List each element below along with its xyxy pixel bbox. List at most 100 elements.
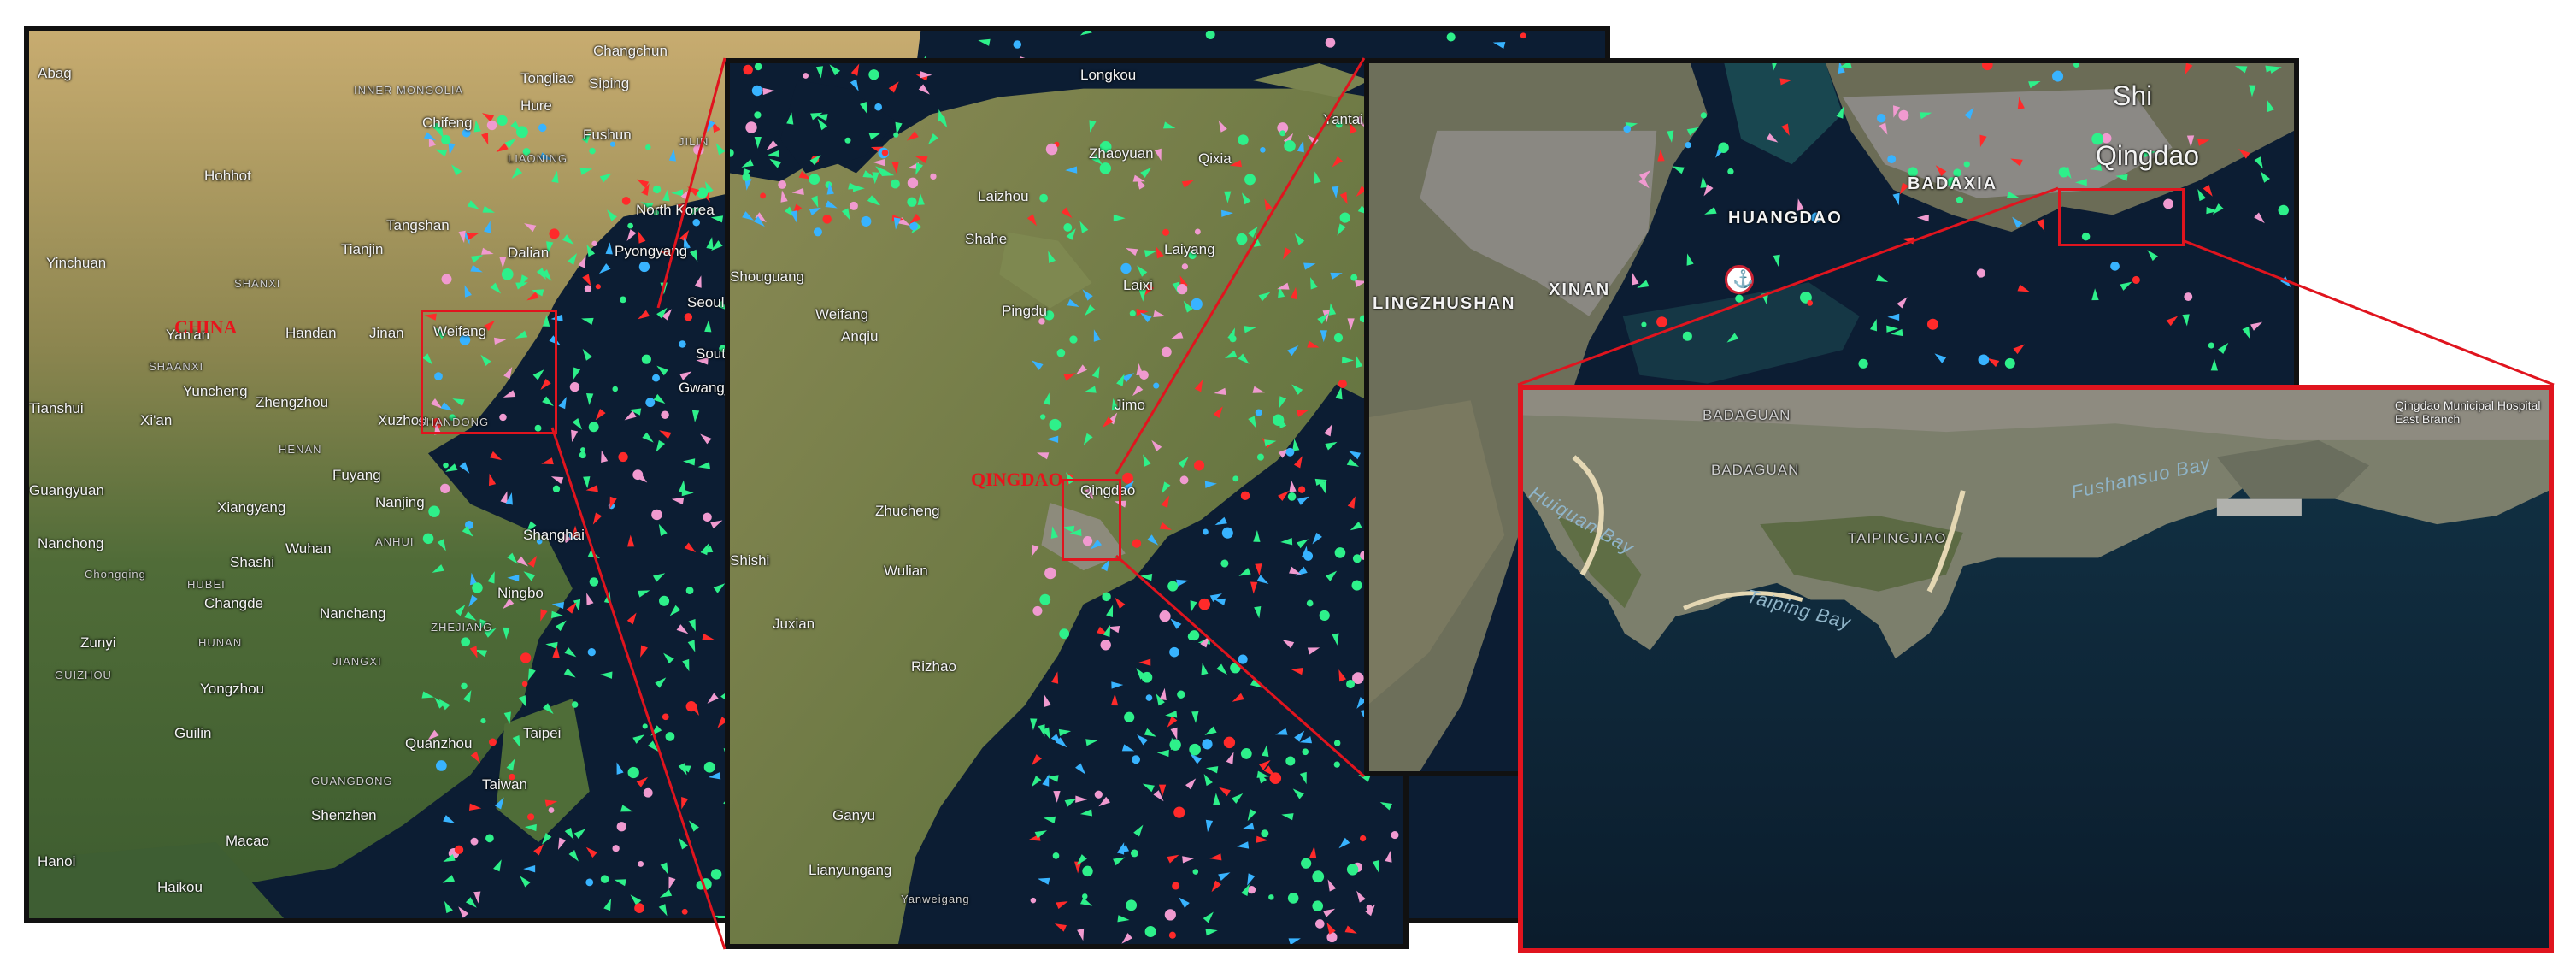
- vessel-marker[interactable]: [568, 850, 579, 862]
- vessel-marker[interactable]: [1781, 123, 1790, 136]
- vessel-marker[interactable]: [487, 571, 495, 584]
- vessel-marker[interactable]: [710, 520, 723, 529]
- vessel-marker[interactable]: [480, 718, 486, 724]
- vessel-marker[interactable]: [1282, 640, 1295, 649]
- vessel-marker[interactable]: [1159, 522, 1173, 530]
- vessel-marker[interactable]: [1115, 597, 1126, 609]
- vessel-marker[interactable]: [1926, 318, 1939, 330]
- vessel-marker[interactable]: [523, 571, 536, 581]
- vessel-marker[interactable]: [1350, 274, 1358, 281]
- vessel-marker[interactable]: [462, 689, 472, 703]
- vessel-marker[interactable]: [938, 109, 945, 122]
- vessel-marker[interactable]: [436, 760, 447, 771]
- vessel-marker[interactable]: [1700, 175, 1708, 188]
- vessel-marker[interactable]: [1261, 829, 1269, 838]
- vessel-marker[interactable]: [580, 447, 585, 453]
- vessel-marker[interactable]: [656, 365, 668, 376]
- vessel-marker[interactable]: [1048, 251, 1056, 263]
- vessel-marker[interactable]: [503, 711, 511, 724]
- vessel-marker[interactable]: [1121, 933, 1133, 944]
- vessel-marker[interactable]: [1333, 333, 1344, 343]
- vessel-marker[interactable]: [563, 668, 576, 678]
- vessel-marker[interactable]: [1203, 911, 1214, 923]
- vessel-marker[interactable]: [641, 354, 651, 364]
- vessel-marker[interactable]: [1144, 728, 1156, 737]
- vessel-marker[interactable]: [873, 158, 885, 167]
- vessel-marker[interactable]: [1236, 841, 1250, 849]
- vessel-marker[interactable]: [881, 149, 889, 156]
- vessel-marker[interactable]: [1205, 31, 1215, 39]
- vessel-marker[interactable]: [541, 833, 552, 845]
- vessel-marker[interactable]: [1292, 788, 1304, 799]
- vessel-marker[interactable]: [1250, 581, 1258, 594]
- vessel-marker[interactable]: [1299, 771, 1307, 785]
- vessel-marker[interactable]: [668, 149, 676, 162]
- vessel-marker[interactable]: [1307, 134, 1319, 146]
- vessel-marker[interactable]: [2017, 284, 2030, 292]
- vessel-marker[interactable]: [1339, 192, 1348, 205]
- vessel-marker[interactable]: [1164, 909, 1176, 921]
- vessel-marker[interactable]: [1685, 141, 1691, 149]
- vessel-marker[interactable]: [1036, 452, 1050, 460]
- vessel-marker[interactable]: [2210, 358, 2218, 371]
- vessel-marker[interactable]: [1247, 226, 1258, 239]
- vessel-marker[interactable]: [612, 386, 619, 392]
- vessel-marker[interactable]: [1069, 335, 1078, 344]
- vessel-marker[interactable]: [1101, 559, 1110, 572]
- vessel-marker[interactable]: [1240, 747, 1252, 759]
- vessel-marker[interactable]: [1216, 663, 1227, 675]
- vessel-marker[interactable]: [2184, 292, 2193, 301]
- vessel-marker[interactable]: [1307, 647, 1320, 655]
- vessel-marker[interactable]: [1049, 418, 1062, 431]
- vessel-marker[interactable]: [1106, 605, 1114, 617]
- vessel-marker[interactable]: [915, 156, 928, 164]
- vessel-marker[interactable]: [1159, 610, 1171, 622]
- vessel-marker[interactable]: [850, 63, 860, 76]
- vessel-marker[interactable]: [1044, 694, 1051, 707]
- vessel-marker[interactable]: [1356, 890, 1366, 903]
- vessel-marker[interactable]: [652, 374, 660, 382]
- vessel-marker[interactable]: [1100, 640, 1111, 651]
- vessel-marker[interactable]: [658, 904, 668, 917]
- vessel-marker[interactable]: [1079, 809, 1093, 817]
- vessel-marker[interactable]: [1335, 386, 1343, 400]
- vessel-marker[interactable]: [1082, 865, 1093, 877]
- vessel-marker[interactable]: [1031, 360, 1044, 370]
- vessel-marker[interactable]: [1044, 567, 1056, 580]
- vessel-marker[interactable]: [1773, 254, 1780, 268]
- vessel-marker[interactable]: [1084, 304, 1096, 316]
- vessel-marker[interactable]: [483, 221, 491, 233]
- vessel-marker[interactable]: [872, 172, 879, 185]
- vessel-marker[interactable]: [844, 137, 851, 144]
- vessel-marker[interactable]: [662, 189, 670, 202]
- vessel-marker[interactable]: [1154, 148, 1162, 162]
- vessel-marker[interactable]: [1963, 161, 1970, 168]
- vessel-marker[interactable]: [589, 577, 599, 587]
- vessel-marker[interactable]: [1302, 748, 1309, 756]
- vessel-marker[interactable]: [1623, 125, 1632, 133]
- vessel-marker[interactable]: [481, 133, 489, 145]
- vessel-marker[interactable]: [742, 211, 755, 221]
- vessel-marker[interactable]: [599, 173, 612, 183]
- vessel-marker[interactable]: [1130, 849, 1138, 858]
- vessel-marker[interactable]: [1226, 752, 1234, 764]
- vessel-marker[interactable]: [598, 263, 611, 274]
- vessel-marker[interactable]: [1056, 348, 1066, 357]
- vessel-marker[interactable]: [1093, 329, 1101, 342]
- vessel-marker[interactable]: [2012, 216, 2023, 228]
- vessel-marker[interactable]: [1117, 842, 1125, 855]
- vessel-marker[interactable]: [1379, 802, 1392, 811]
- vessel-marker[interactable]: [1976, 268, 1986, 278]
- vessel-marker[interactable]: [2278, 204, 2289, 216]
- vessel-marker[interactable]: [523, 865, 536, 873]
- vessel-marker[interactable]: [621, 197, 631, 205]
- vessel-marker[interactable]: [1761, 292, 1769, 305]
- vessel-marker[interactable]: [1052, 852, 1060, 859]
- vessel-marker[interactable]: [1076, 854, 1087, 866]
- vessel-marker[interactable]: [1039, 193, 1049, 203]
- vessel-marker[interactable]: [1058, 728, 1072, 737]
- vessel-marker[interactable]: [681, 908, 688, 915]
- vessel-marker[interactable]: [591, 240, 597, 246]
- vessel-marker[interactable]: [1043, 816, 1056, 823]
- vessel-marker[interactable]: [710, 869, 722, 880]
